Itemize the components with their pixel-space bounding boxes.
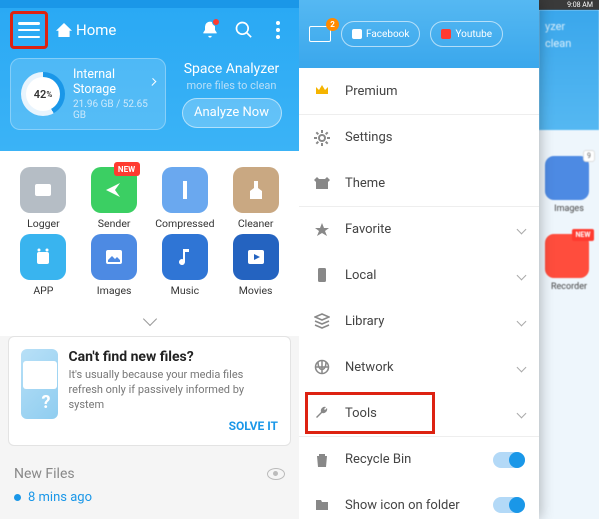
analyzer-title: Space Analyzer [174,61,289,77]
chevron-down-icon [517,270,527,280]
new-files-label: New Files [14,466,75,482]
storage-percent-ring-icon: 42% [21,72,65,116]
info-illustration-icon [21,349,58,419]
info-card: Can't find new files? It's usually becau… [8,336,291,446]
expand-grid-button[interactable] [0,305,299,336]
grid-item-compressed[interactable]: Compressed [150,167,221,230]
analyzer-sub: more files to clean [174,79,289,92]
solve-it-button[interactable]: SOLVE IT [68,419,278,433]
grid-item-logger[interactable]: Logger [8,167,79,230]
new-badge: NEW [114,162,140,176]
mail-button[interactable]: 2 [309,26,331,42]
youtube-icon [441,29,451,39]
home-link[interactable]: Home [56,21,116,39]
drawer-item-library[interactable]: Library [299,298,539,344]
chevron-down-icon [517,362,527,372]
grid-item-sender[interactable]: NEWSender [79,167,150,230]
grid-item-cleaner[interactable]: Cleaner [220,167,291,230]
storage-title: Internal Storage [73,67,147,97]
bg-tile-images: 9 [545,156,589,200]
home-label: Home [76,21,116,39]
drawer-item-settings[interactable]: Settings [299,114,539,160]
notification-dot-icon [212,18,220,26]
search-button[interactable] [231,17,257,43]
new-files-item[interactable]: 8 mins ago [0,486,299,509]
home-icon [56,23,72,37]
phone-left: Home 42% Internal Storage [0,0,299,519]
info-body: It's usually because your media files re… [68,368,278,413]
grid-item-app[interactable]: APP [8,234,79,297]
facebook-icon [352,29,362,39]
recycle-toggle[interactable] [493,452,525,468]
overflow-menu-button[interactable] [265,17,291,43]
phone-icon [313,266,331,284]
folder-icon [313,496,331,514]
grid-item-images[interactable]: Images [79,234,150,297]
internal-storage-card[interactable]: 42% Internal Storage 21.96 GB / 52.65 GB [10,58,166,130]
crown-icon [313,82,331,100]
stack-icon [313,312,331,330]
hamburger-icon[interactable] [18,22,40,38]
visibility-icon[interactable] [267,468,285,480]
storage-usage: 21.96 GB / 52.65 GB [73,99,155,121]
chevron-down-icon [142,312,156,326]
storage-row: 42% Internal Storage 21.96 GB / 52.65 GB… [0,52,299,130]
chevron-down-icon [517,316,527,326]
drawer-item-premium[interactable]: Premium [299,68,539,114]
drawer-item-showicon[interactable]: Show icon on folder [299,482,539,519]
status-bar [0,0,299,8]
drawer-list: Premium Settings Theme Favorite Local Li… [299,68,539,519]
shirt-icon [313,174,331,192]
facebook-button[interactable]: Facebook [341,21,420,47]
drawer-item-recycle[interactable]: Recycle Bin [299,436,539,482]
background-content: yzer clean 9 Images NEW Recorder [539,10,599,519]
drawer-item-local[interactable]: Local [299,252,539,298]
youtube-button[interactable]: Youtube [430,21,503,47]
star-icon [313,221,331,239]
menu-button-highlight [10,11,48,49]
drawer-item-favorite[interactable]: Favorite [299,206,539,252]
top-bar: Home [0,8,299,52]
chevron-right-icon [148,78,156,86]
chevron-down-icon [517,225,527,235]
trash-icon [313,451,331,469]
chevron-down-icon [517,408,527,418]
analyze-now-button[interactable]: Analyze Now [182,98,282,128]
mail-badge: 2 [326,18,339,31]
gear-icon [313,129,331,147]
drawer-item-tools[interactable]: Tools [299,390,539,436]
analyzer-block: Space Analyzer more files to clean Analy… [174,61,289,128]
bg-tile-recorder: NEW [545,234,589,278]
drawer-item-network[interactable]: Network [299,344,539,390]
app-header: Home 42% Internal Storage [0,8,299,151]
grid-item-music[interactable]: Music [150,234,221,297]
category-grid: Logger NEWSender Compressed Cleaner APP … [0,151,299,305]
new-files-header: New Files [0,456,299,486]
grid-item-movies[interactable]: Movies [220,234,291,297]
drawer-item-theme[interactable]: Theme [299,160,539,206]
drawer-header: 2 Facebook Youtube [299,0,539,68]
notifications-button[interactable] [197,17,223,43]
bullet-icon [14,494,21,501]
navigation-drawer: 2 Facebook Youtube Premium Settings Them… [299,0,539,519]
phone-right: 9:08 AM yzer clean 9 Images NEW Recorder [299,0,599,519]
tools-highlight [305,392,435,434]
info-title: Can't find new files? [68,349,278,365]
showicon-toggle[interactable] [493,497,525,513]
globe-icon [313,358,331,376]
new-files-time: 8 mins ago [28,490,92,505]
